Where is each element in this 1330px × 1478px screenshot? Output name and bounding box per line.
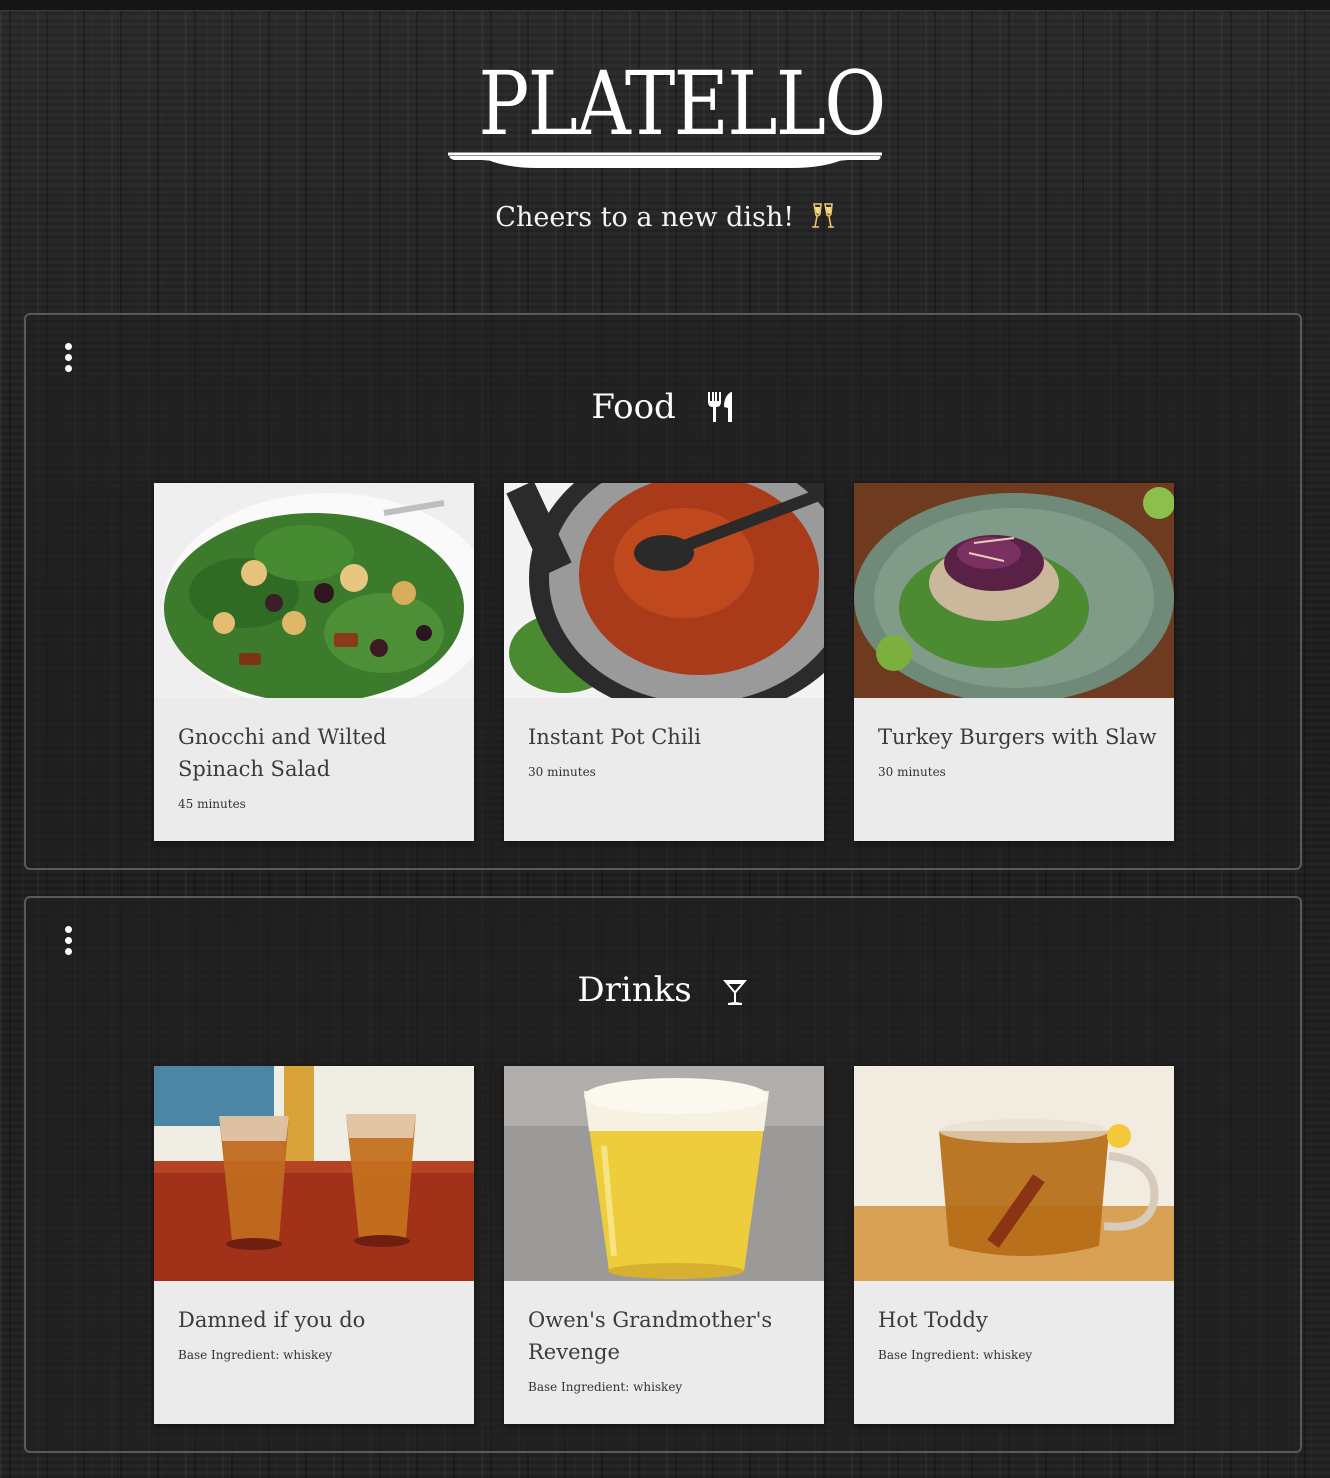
recipe-title: Damned if you do Base Ingredient: whiske… (178, 1304, 458, 1364)
recipe-title: Turkey Burgers with Slaw 30 minutes (878, 725, 1157, 779)
tagline: Cheers to a new dish! (0, 198, 1330, 238)
fork-knife-icon (707, 392, 732, 422)
recipe-time: 45 minutes (178, 797, 246, 811)
recipe-title: Hot Toddy Base Ingredient: whiskey (878, 1304, 1158, 1364)
chili-pot-photo (504, 483, 824, 698)
drinks-title-text: Drinks (577, 970, 692, 1010)
cocktail-glass-icon (722, 980, 747, 1005)
recipe-time: 30 minutes (528, 765, 596, 779)
platello-logo[interactable]: PLATELLO (448, 52, 886, 168)
recipe-time: 30 minutes (878, 765, 946, 779)
food-section: Food Gnocchi and Wilted Spinach Salad 45… (24, 313, 1302, 870)
turkey-burger-photo (854, 483, 1174, 698)
recipe-title: Owen's Grandmother's Revenge Base Ingred… (528, 1304, 808, 1396)
recipe-card[interactable]: Instant Pot Chili 30 minutes (504, 483, 824, 841)
recipe-card[interactable]: Damned if you do Base Ingredient: whiske… (154, 1066, 474, 1424)
section-title-drinks: Drinks (26, 964, 1300, 1016)
logo-text: PLATELLO (478, 52, 886, 155)
recipe-title: Instant Pot Chili 30 minutes (528, 721, 808, 781)
recipe-card[interactable]: Owen's Grandmother's Revenge Base Ingred… (504, 1066, 824, 1424)
top-border (0, 0, 1330, 11)
frothy-drink-photo (504, 1066, 824, 1281)
recipe-card[interactable]: Hot Toddy Base Ingredient: whiskey (854, 1066, 1174, 1424)
recipe-card[interactable]: Turkey Burgers with Slaw 30 minutes (854, 483, 1174, 841)
tagline-text: Cheers to a new dish! (495, 202, 795, 233)
section-title-food: Food (26, 381, 1300, 433)
base-ingredient: Base Ingredient: whiskey (878, 1348, 1033, 1362)
kebab-menu-icon[interactable] (60, 924, 78, 958)
base-ingredient: Base Ingredient: whiskey (178, 1348, 333, 1362)
plate-underline-icon (448, 152, 882, 168)
spinach-salad-photo (154, 483, 474, 698)
drinks-section: Drinks Damned if you do Base Ingredient:… (24, 896, 1302, 1453)
food-title-text: Food (591, 387, 676, 427)
hot-toddy-photo (854, 1066, 1174, 1281)
champagne-glasses-icon (811, 203, 834, 228)
recipe-card[interactable]: Gnocchi and Wilted Spinach Salad 45 minu… (154, 483, 474, 841)
kebab-menu-icon[interactable] (60, 341, 78, 375)
base-ingredient: Base Ingredient: whiskey (528, 1380, 683, 1394)
whiskey-shots-photo (154, 1066, 474, 1281)
recipe-title: Gnocchi and Wilted Spinach Salad 45 minu… (178, 721, 458, 813)
